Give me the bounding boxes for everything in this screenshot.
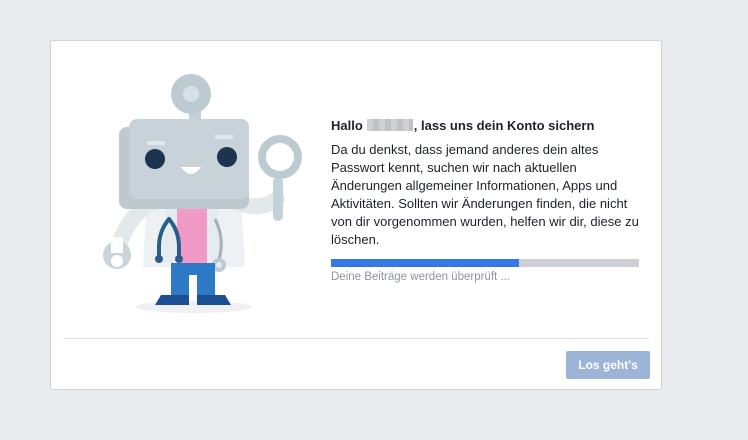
footer-divider [63,338,649,339]
progress-bar-fill [331,259,519,267]
title-text: , lass uns dein Konto sichern [413,118,595,133]
title-greeting: Hallo [331,118,363,133]
robot-head-icon [119,119,249,209]
redacted-username [366,119,413,131]
dialog-title: Hallo , lass uns dein Konto sichern [331,117,641,135]
progress-bar [331,259,639,267]
security-checkup-dialog: Hallo , lass uns dein Konto sichern Da du… [50,40,662,390]
dialog-body-text: Da du denkst, dass jemand anderes dein a… [331,142,639,247]
lets-go-button[interactable]: Los geht's [566,351,650,379]
robot-doctor-illustration [103,74,302,313]
progress-status-text: Deine Beiträge werden überprüft ... [331,271,510,283]
dialog-text-column: Hallo , lass uns dein Konto sichern Da du… [331,117,641,249]
